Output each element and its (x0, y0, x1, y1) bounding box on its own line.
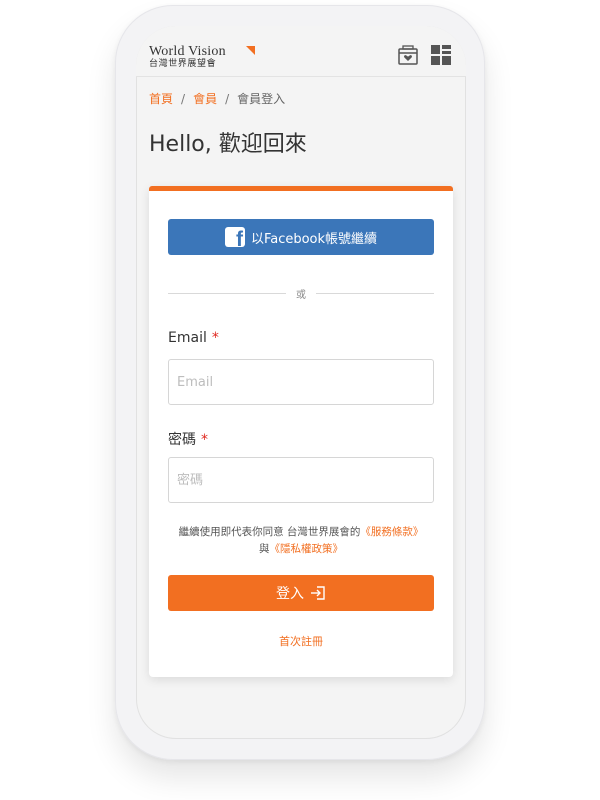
logo-text-zh: 台灣世界展望會 (149, 59, 217, 69)
email-input[interactable] (168, 359, 434, 405)
facebook-login-label: 以Facebook帳號繼續 (250, 231, 378, 247)
breadcrumb-member[interactable]: 會員 (193, 92, 217, 106)
page-title: Hello, 歡迎回來 (149, 132, 307, 157)
terms-notice: 繼續使用即代表你同意 台灣世界展會的《服務條款》 與《隱私權政策》 (168, 524, 434, 558)
terms-of-service-link[interactable]: 《服務條款》 (360, 526, 423, 538)
logo-mark-icon (246, 46, 255, 55)
required-mark: * (201, 432, 208, 448)
world-vision-logo[interactable]: World Vision 台灣世界展望會 (149, 44, 255, 70)
breadcrumb-separator: / (225, 92, 230, 106)
terms-text: 繼續使用即代表你同意 台灣世界展會的 (178, 526, 361, 538)
grid-menu-icon[interactable] (430, 44, 452, 66)
site-header: World Vision 台灣世界展望會 (136, 26, 466, 77)
breadcrumb-home[interactable]: 首頁 (149, 92, 173, 106)
password-label-text: 密碼 (168, 432, 196, 448)
password-input[interactable] (168, 457, 434, 503)
breadcrumb-separator: / (181, 92, 186, 106)
privacy-policy-link[interactable]: 《隱私權政策》 (270, 543, 344, 555)
first-time-register-link[interactable]: 首次註冊 (168, 633, 434, 649)
login-button-label: 登入 (276, 586, 304, 602)
gift-box-heart-icon[interactable] (397, 44, 419, 66)
email-label-text: Email (168, 330, 207, 346)
email-label: Email * (168, 330, 219, 346)
divider-line (316, 293, 434, 294)
breadcrumb: 首頁 / 會員 / 會員登入 (149, 90, 285, 107)
breadcrumb-current: 會員登入 (237, 92, 286, 106)
login-card: f 以Facebook帳號繼續 或 Email* 密碼* 繼續使用即代表你同意 … (149, 186, 453, 677)
login-button[interactable]: 登入 (168, 575, 434, 611)
or-divider: 或 (168, 285, 434, 301)
terms-and-text: 與 (259, 543, 270, 555)
logo-text-en: World Vision (149, 44, 226, 59)
login-arrow-icon (311, 586, 325, 600)
facebook-icon: f (224, 227, 245, 247)
required-mark: * (211, 330, 219, 346)
phone-screen: World Vision 台灣世界展望會 首頁 / 會員 / 會員登入 Hell… (136, 26, 466, 739)
facebook-login-button[interactable]: f 以Facebook帳號繼續 (168, 219, 434, 255)
password-label: 密碼 * (168, 429, 208, 449)
